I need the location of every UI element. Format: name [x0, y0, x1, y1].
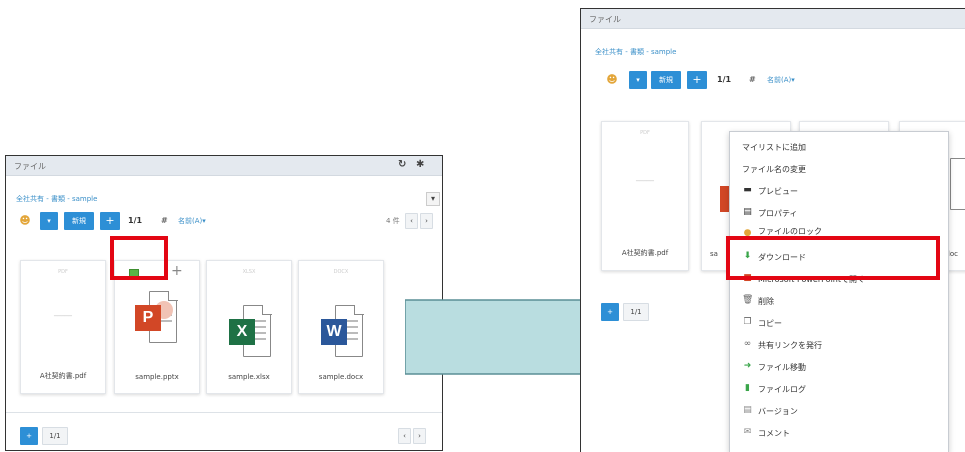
menu-share-link[interactable]: ∞ 共有リンクを発行 [730, 336, 948, 354]
trash-icon: 🗑 [742, 295, 754, 305]
user-icon[interactable]: ☻ [16, 212, 34, 230]
right-toolbar: ☻ ▾ 新規 + 1/1 # 名前(A)▾ [603, 71, 863, 91]
link-icon: ∞ [743, 339, 752, 349]
right-titlebar: ファイル [581, 9, 965, 29]
comment-icon: ✉ [743, 427, 752, 437]
right-file-panel: ファイル 全社共有 - 書類 - sample ☻ ▾ 新規 + 1/1 # 名… [580, 8, 965, 452]
version-icon: ▤ [743, 405, 752, 415]
dropdown-button[interactable]: ▾ [629, 71, 647, 89]
file-name: A社契約書.pdf [39, 372, 87, 380]
footer-page-indicator: 1/1 [623, 303, 649, 321]
powerpoint-file-icon: P [135, 290, 178, 343]
left-panel-title: ファイル [14, 162, 46, 171]
new-button[interactable]: 新規 [64, 212, 94, 230]
file-name: sample.docx [318, 373, 364, 381]
left-toolbar: ☻ ▾ 新規 + 1/1 # 名前(A)▾ 4 件 ‹ › [16, 212, 436, 232]
refresh-icon[interactable]: ↻ [398, 159, 406, 170]
copy-icon: ❐ [743, 317, 752, 327]
add-button[interactable]: + [687, 71, 707, 89]
dropdown-button[interactable]: ▾ [40, 212, 58, 230]
file-context-menu: マイリストに追加 ファイル名の変更 ▬ プレビュー ▤ プロパティ ● ファイルのロッ… [729, 131, 949, 452]
menu-move-file[interactable]: ➜ ファイル移動 [730, 358, 948, 376]
footer-prev-button[interactable]: ‹ [398, 428, 411, 444]
menu-version[interactable]: ▤ バージョン [730, 402, 948, 420]
menu-rename[interactable]: ファイル名の変更 [730, 160, 948, 178]
menu-properties[interactable]: ▤ プロパティ [730, 204, 948, 222]
page-indicator: 1/1 [128, 216, 143, 225]
right-breadcrumb[interactable]: 全社共有 - 書類 - sample [595, 47, 676, 57]
excel-file-icon: X [229, 304, 272, 357]
log-icon: ▮ [745, 383, 750, 393]
file-card-docx[interactable]: DOCX W sample.docx [298, 260, 384, 394]
docx-thumbnail-header: DOCX [333, 269, 349, 275]
file-card-pdf[interactable]: PDF ───── A社契約書.pdf [20, 260, 106, 394]
pdf-thumbnail-header: PDF [58, 269, 68, 275]
right-panel-title: ファイル [589, 15, 621, 24]
pdf-thumbnail: ───── [635, 178, 655, 185]
download-highlight [726, 236, 940, 280]
user-icon[interactable]: ☻ [603, 71, 621, 89]
pdf-thumbnail-header: PDF [640, 130, 650, 136]
move-icon: ➜ [743, 361, 752, 371]
left-file-panel: ファイル ↻ ✱ 全社共有 - 書類 - sample ▾ ☻ ▾ 新規 + 1… [5, 155, 443, 451]
footer-add-button[interactable]: + [601, 303, 619, 321]
grid-view-icon[interactable]: # [161, 216, 168, 225]
menu-preview[interactable]: ▬ プレビュー [730, 182, 948, 200]
menu-copy[interactable]: ❐ コピー [730, 314, 948, 332]
add-button[interactable]: + [100, 212, 120, 230]
page-indicator: 1/1 [717, 75, 732, 84]
file-card-pdf[interactable]: PDF ───── A社契約書.pdf [601, 121, 689, 271]
sort-selector[interactable]: 名前(A)▾ [178, 216, 206, 226]
pdf-thumbnail: ───── [53, 313, 73, 320]
file-name: A社契約書.pdf [621, 249, 669, 257]
footer-add-button[interactable]: + [20, 427, 38, 445]
menu-file-log[interactable]: ▮ ファイルログ [730, 380, 948, 398]
new-button[interactable]: 新規 [651, 71, 681, 89]
grid-view-icon[interactable]: # [749, 75, 756, 84]
file-card-xlsx[interactable]: XLSX X sample.xlsx [206, 260, 292, 394]
footer-next-button[interactable]: › [413, 428, 426, 444]
xlsx-thumbnail-header: XLSX [242, 269, 256, 275]
footer-page-indicator: 1/1 [42, 427, 68, 445]
menu-add-to-mylist[interactable]: マイリストに追加 [730, 138, 948, 156]
left-breadcrumb[interactable]: 全社共有 - 書類 - sample [16, 194, 97, 204]
word-file-icon: W [321, 304, 364, 357]
footer-divider [6, 412, 442, 413]
file-name: sample.xlsx [228, 373, 270, 381]
file-name: sample.pptx [135, 373, 179, 381]
gear-icon[interactable]: ✱ [416, 159, 424, 170]
menu-delete[interactable]: 🗑 削除 [730, 292, 948, 310]
collapse-button[interactable]: ▾ [426, 192, 440, 206]
add-icon[interactable]: + [171, 263, 183, 279]
item-count: 4 件 [386, 217, 400, 225]
checkbox-highlight [110, 236, 168, 280]
menu-comment[interactable]: ✉ コメント [730, 424, 948, 442]
file-card-pptx[interactable]: + P sample.pptx [114, 260, 200, 394]
monitor-icon: ▬ [743, 185, 752, 195]
sort-selector[interactable]: 名前(A)▾ [767, 75, 795, 85]
prev-page-button[interactable]: ‹ [405, 213, 418, 229]
properties-icon: ▤ [743, 207, 752, 217]
left-titlebar: ファイル ↻ ✱ [6, 156, 442, 176]
next-page-button[interactable]: › [420, 213, 433, 229]
